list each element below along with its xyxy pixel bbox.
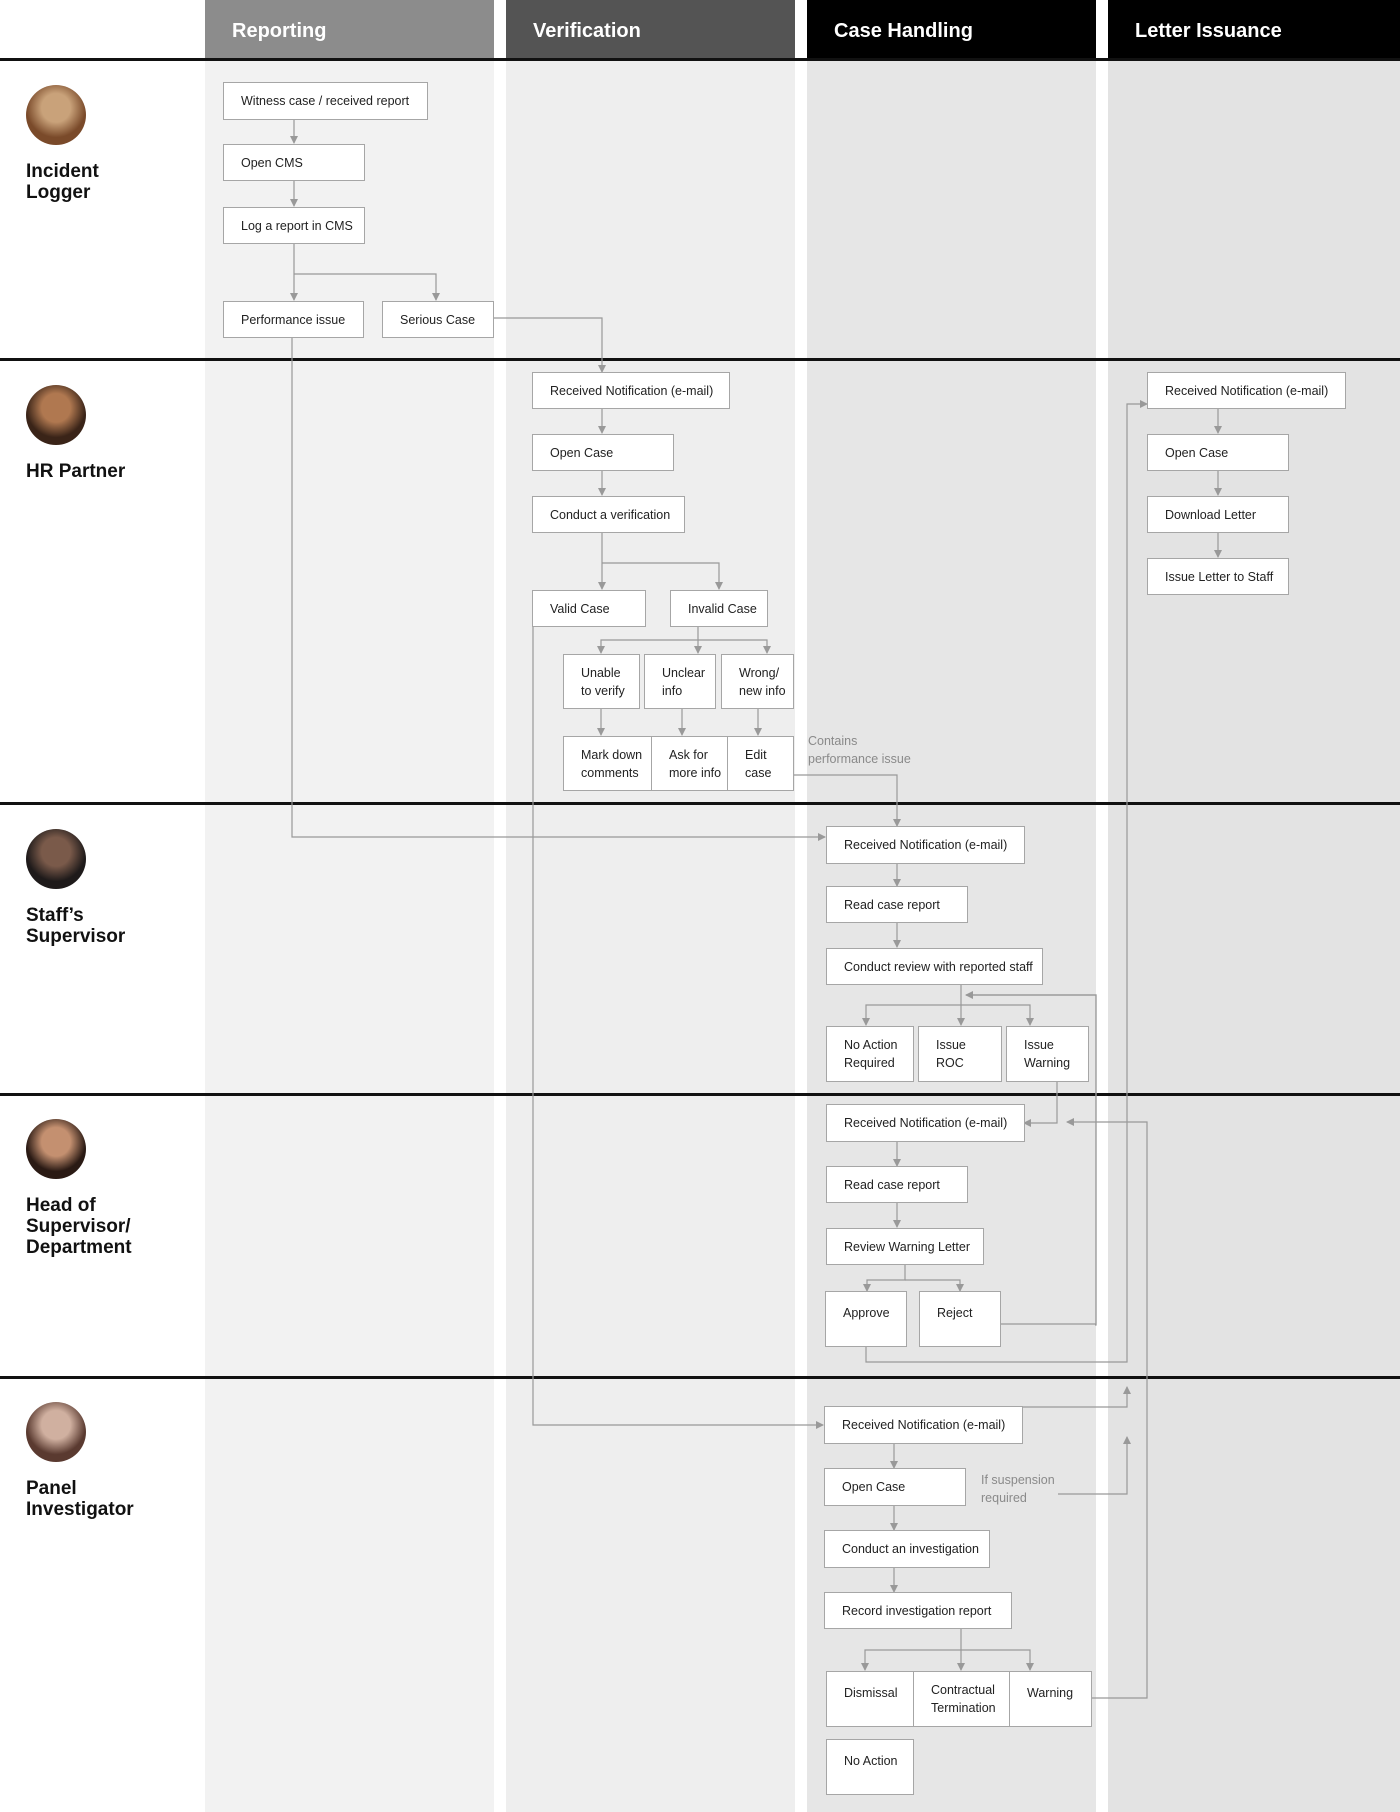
box-label: Open Case — [550, 445, 614, 460]
box-label: Witness case / received report — [241, 94, 410, 108]
box-label: Download Letter — [1165, 507, 1257, 522]
box-warning: Warning — [1009, 1671, 1092, 1727]
box-label: Issue Letter to Staff — [1165, 569, 1274, 584]
box-label: Dismissal — [844, 1686, 898, 1700]
box-head-read-case-report: Read case report — [826, 1166, 968, 1203]
box-label: Log a report in CMS — [241, 218, 353, 233]
box-conduct-investigation: Conduct an investigation — [824, 1530, 990, 1568]
box-label: Conduct a verification — [550, 507, 671, 522]
box-conduct-review: Conduct review with reported staff — [826, 948, 1043, 985]
box-wrong-new-info: Wrong/ new info — [721, 654, 794, 709]
box-hr-open-case: Open Case — [532, 434, 674, 471]
box-issue-warning: Issue Warning — [1006, 1026, 1089, 1082]
box-label: Open Case — [842, 1480, 906, 1494]
box-label: Received Notification (e-mail) — [550, 383, 714, 398]
box-unclear-info: Unclear info — [644, 654, 716, 709]
box-panel-received-notification: Received Notification (e-mail) — [824, 1406, 1023, 1444]
box-record-investigation-report: Record investigation report — [824, 1592, 1012, 1629]
box-label: Ask for more info — [669, 747, 722, 780]
box-witness-case: Witness case / received report — [223, 82, 428, 120]
box-unable-to-verify: Unable to verify — [563, 654, 640, 709]
box-issue-roc: Issue ROC — [918, 1026, 1002, 1082]
box-contractual-termination: Contractual Termination — [913, 1671, 1010, 1727]
box-hr-received-notification: Received Notification (e-mail) — [532, 372, 730, 409]
box-conduct-verification: Conduct a verification — [532, 496, 685, 533]
box-label: Edit case — [745, 747, 772, 780]
box-letter-received-notification: Received Notification (e-mail) — [1147, 372, 1346, 409]
note-contains-performance-issue: Contains performance issue — [808, 734, 911, 766]
box-label: Wrong/ new info — [739, 665, 786, 698]
box-issue-letter-to-staff: Issue Letter to Staff — [1147, 558, 1289, 595]
box-label: Reject — [937, 1306, 973, 1320]
box-approve: Approve — [825, 1291, 907, 1347]
box-label: Conduct review with reported staff — [844, 959, 1033, 974]
box-head-received-notification: Received Notification (e-mail) — [826, 1104, 1025, 1142]
box-review-warning-letter: Review Warning Letter — [826, 1228, 984, 1265]
box-log-report: Log a report in CMS — [223, 207, 365, 244]
box-ask-for-more-info: Ask for more info — [651, 736, 728, 791]
box-label: Read case report — [844, 897, 940, 912]
box-label: Received Notification (e-mail) — [1165, 383, 1329, 398]
box-download-letter: Download Letter — [1147, 496, 1289, 533]
box-label: Received Notification (e-mail) — [844, 838, 1008, 852]
box-label: Conduct an investigation — [842, 1542, 979, 1556]
box-label: Issue Warning — [1024, 1038, 1071, 1070]
box-label: No Action — [844, 1754, 898, 1768]
box-label: Unclear info — [662, 665, 706, 698]
box-dismissal: Dismissal — [826, 1671, 914, 1727]
box-label: Approve — [843, 1306, 890, 1320]
box-label: Review Warning Letter — [844, 1239, 970, 1254]
box-performance-issue: Performance issue — [223, 301, 364, 338]
box-mark-down-comments: Mark down comments — [563, 736, 652, 791]
box-label: Received Notification (e-mail) — [844, 1116, 1008, 1130]
box-label: Invalid Case — [688, 601, 757, 616]
box-label: Valid Case — [550, 601, 610, 616]
box-supervisor-received-notification: Received Notification (e-mail) — [826, 826, 1025, 864]
box-label: Contractual Termination — [931, 1683, 996, 1715]
swimlane-diagram: Reporting Verification Case Handling Let… — [0, 0, 1400, 1812]
box-open-cms: Open CMS — [223, 144, 365, 181]
box-label: Record investigation report — [842, 1603, 992, 1618]
box-edit-case: Edit case — [727, 736, 794, 791]
box-supervisor-read-case-report: Read case report — [826, 886, 968, 923]
box-label: Read case report — [844, 1177, 940, 1192]
box-label: Issue ROC — [936, 1038, 966, 1070]
note-if-suspension-required: If suspension required — [981, 1473, 1055, 1505]
box-invalid-case: Invalid Case — [670, 590, 768, 627]
box-letter-open-case: Open Case — [1147, 434, 1289, 471]
box-no-action-required: No Action Required — [826, 1026, 914, 1082]
box-no-action: No Action — [826, 1739, 914, 1795]
box-label: Serious Case — [400, 312, 476, 327]
connector-lines — [290, 120, 1222, 1699]
box-label: Performance issue — [241, 312, 346, 327]
box-label: Open CMS — [241, 155, 303, 170]
box-serious-case: Serious Case — [382, 301, 494, 338]
box-label: Mark down comments — [581, 747, 643, 780]
box-label: No Action Required — [844, 1038, 898, 1070]
box-label: Warning — [1027, 1686, 1074, 1700]
box-label: Unable to verify — [581, 665, 625, 698]
box-label: Open Case — [1165, 445, 1229, 460]
box-valid-case: Valid Case — [532, 590, 646, 627]
box-panel-open-case: Open Case — [824, 1468, 966, 1506]
box-label: Received Notification (e-mail) — [842, 1418, 1006, 1432]
box-reject: Reject — [919, 1291, 1001, 1347]
